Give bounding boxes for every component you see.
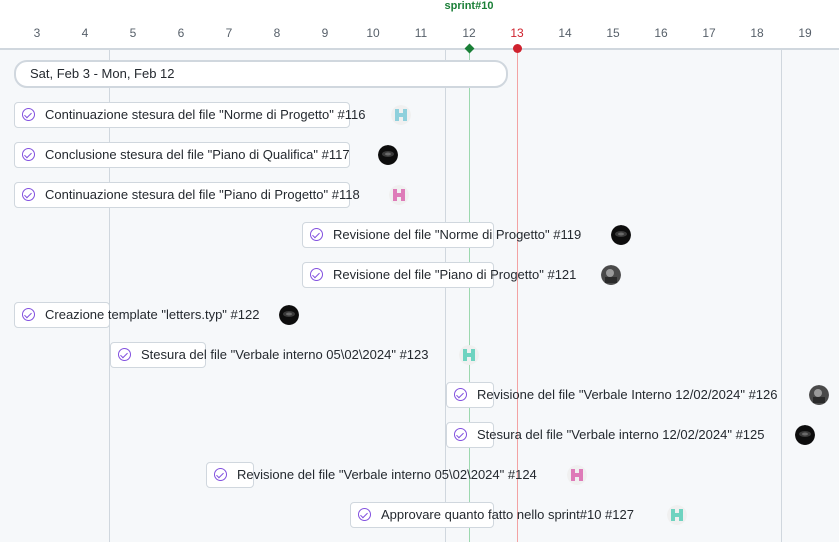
green-pixel-avatar[interactable] [459,345,479,365]
dark-photo-avatar[interactable] [611,225,631,245]
day-label-13: 13 [510,26,524,40]
item-title[interactable]: Continuazione stesura del file "Norme di… [45,107,365,123]
closed-issue-icon [22,188,35,201]
item-title[interactable]: Approvare quanto fatto nello sprint#10 #… [381,507,634,523]
item-title[interactable]: Creazione template "letters.typ" #122 [45,307,259,323]
gray-photo-avatar[interactable] [601,265,621,285]
closed-issue-icon [310,228,323,241]
closed-issue-icon [22,148,35,161]
day-label-8: 8 [273,26,281,40]
item-title[interactable]: Revisione del file "Verbale interno 05\0… [237,467,537,483]
item-title[interactable]: Stesura del file "Verbale interno 12/02/… [477,427,765,443]
timeline-header: sprint#10 3 4 5 6 7 8 9 10 11 12 13 14 15 16 17 18 19 [0,0,839,50]
day-label-9: 9 [321,26,329,40]
pink-pixel-avatar[interactable] [389,185,409,205]
item-title[interactable]: Revisione del file "Piano di Progetto" #… [333,267,576,283]
day-label-5: 5 [129,26,137,40]
closed-issue-icon [22,308,35,321]
day-label-17: 17 [702,26,716,40]
item-title[interactable]: Conclusione stesura del file "Piano di Q… [45,147,350,163]
dark-photo-avatar[interactable] [279,305,299,325]
day-label-16: 16 [654,26,668,40]
closed-issue-icon [22,108,35,121]
pink-pixel-avatar[interactable] [567,465,587,485]
closed-issue-icon [118,348,131,361]
day-label-14: 14 [558,26,572,40]
day-label-11: 11 [414,26,428,40]
day-label-4: 4 [81,26,89,40]
day-label-3: 3 [33,26,41,40]
day-label-10: 10 [366,26,380,40]
teal-pixel-avatar[interactable] [391,105,411,125]
dark-photo-avatar[interactable] [378,145,398,165]
closed-issue-icon [214,468,227,481]
day-label-7: 7 [225,26,233,40]
date-range-pill[interactable]: Sat, Feb 3 - Mon, Feb 12 [14,60,508,88]
today-marker-icon [513,44,522,53]
item-title[interactable]: Revisione del file "Norme di Progetto" #… [333,227,581,243]
green-pixel-avatar[interactable] [667,505,687,525]
closed-issue-icon [454,428,467,441]
closed-issue-icon [358,508,371,521]
gray-photo-avatar[interactable] [809,385,829,405]
day-label-15: 15 [606,26,620,40]
closed-issue-icon [454,388,467,401]
sprint-label[interactable]: sprint#10 [445,0,494,12]
day-label-19: 19 [798,26,812,40]
date-range-text: Sat, Feb 3 - Mon, Feb 12 [30,66,175,81]
item-title[interactable]: Stesura del file "Verbale interno 05\02\… [141,347,429,363]
day-label-18: 18 [750,26,764,40]
closed-issue-icon [310,268,323,281]
dark-photo-avatar[interactable] [795,425,815,445]
day-label-6: 6 [177,26,185,40]
day-label-12: 12 [462,26,476,40]
item-title[interactable]: Continuazione stesura del file "Piano di… [45,187,360,203]
item-title[interactable]: Revisione del file "Verbale Interno 12/0… [477,387,778,403]
week-line [781,48,782,542]
